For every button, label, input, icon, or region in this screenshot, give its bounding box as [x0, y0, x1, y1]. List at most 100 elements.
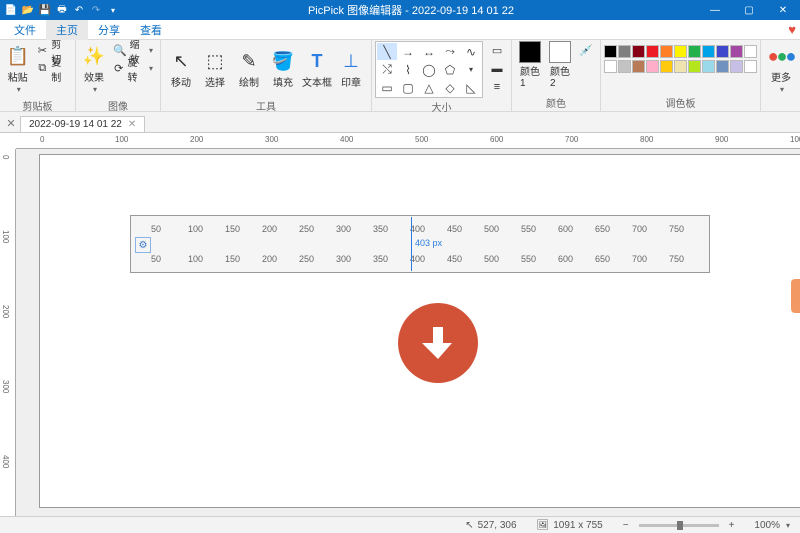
color-swatch[interactable]	[604, 60, 617, 73]
color-swatch[interactable]	[730, 60, 743, 73]
print-icon[interactable]: 🖶	[54, 2, 70, 18]
scissors-icon: ✂	[36, 44, 48, 58]
ruler-settings-icon[interactable]: ⚙	[135, 237, 151, 253]
eyedropper-button[interactable]: 💉	[577, 42, 595, 59]
stamp-tool[interactable]: ⊥印章	[334, 41, 368, 97]
close-all-tabs-button[interactable]: ✕	[2, 114, 20, 132]
shape-outline-button[interactable]: ▭	[488, 42, 506, 59]
screen-ruler-widget[interactable]: ⚙ 50100150200250300350400450500550600650…	[130, 215, 710, 273]
shape-bezier-icon[interactable]: ∿	[461, 43, 481, 60]
open-icon[interactable]: 📂	[20, 2, 36, 18]
color-swatch[interactable]	[702, 60, 715, 73]
image-icon: 🖼	[537, 520, 550, 531]
paste-button[interactable]: 📋粘贴	[3, 41, 32, 97]
shape-line-icon[interactable]: ╲	[377, 43, 397, 60]
tab-close-icon[interactable]: ✕	[128, 119, 136, 130]
menu-file[interactable]: 文件	[4, 20, 46, 40]
zoom-out-button[interactable]: −	[613, 520, 639, 531]
text-tool[interactable]: T文本框	[300, 41, 334, 97]
color-swatch[interactable]	[646, 45, 659, 58]
color-swatch[interactable]	[744, 45, 757, 58]
shape-weight-button[interactable]: ≡	[488, 78, 506, 95]
new-icon[interactable]: 📄	[3, 2, 19, 18]
shape-callout-icon[interactable]: ◺	[461, 79, 481, 96]
save-icon[interactable]: 💾	[37, 2, 53, 18]
shape-gallery[interactable]: ╲ → ↔ ⤳ ∿ ⤭ ⌇ ◯ ⬠ ▾ ▭ ▢ △ ◇ ◺	[375, 41, 483, 98]
move-tool[interactable]: ↖移动	[164, 41, 198, 97]
group-label-more	[764, 109, 798, 111]
rotate-button[interactable]: ⟳旋转	[111, 60, 155, 77]
minimize-button[interactable]: —	[698, 0, 732, 20]
shape-polygon-icon[interactable]: ⬠	[440, 61, 460, 78]
menu-share[interactable]: 分享	[88, 20, 130, 40]
color-swatch[interactable]	[744, 60, 757, 73]
color1-button[interactable]: 颜色 1	[515, 41, 545, 89]
palette-row-2[interactable]	[604, 60, 757, 73]
more-button[interactable]: ●●●更多	[764, 41, 798, 97]
color-swatch[interactable]	[618, 60, 631, 73]
outline-icon: ▭	[490, 44, 504, 58]
shape-arrow-icon[interactable]: →	[398, 43, 418, 60]
maximize-button[interactable]: ▢	[732, 0, 766, 20]
color-swatch[interactable]	[688, 60, 701, 73]
color-swatch[interactable]	[618, 45, 631, 58]
color-swatch[interactable]	[604, 45, 617, 58]
weight-icon: ≡	[490, 80, 504, 94]
color-swatch[interactable]	[716, 45, 729, 58]
menu-home[interactable]: 主页	[46, 20, 88, 40]
side-panel-handle[interactable]	[791, 279, 800, 313]
shape-diamond-icon[interactable]: ◇	[440, 79, 460, 96]
document-tab[interactable]: 2022-09-19 14 01 22 ✕	[20, 116, 145, 132]
color-swatch[interactable]	[632, 45, 645, 58]
undo-icon[interactable]: ↶	[71, 2, 87, 18]
fill-tool[interactable]: 🪣填充	[266, 41, 300, 97]
zoom-in-button[interactable]: +	[719, 520, 745, 531]
cursor-icon: ↖	[169, 49, 193, 73]
shape-rect-icon[interactable]: ▭	[377, 79, 397, 96]
marquee-icon: ⬚	[203, 49, 227, 73]
group-label-clipboard: 剪贴板	[3, 97, 72, 114]
redo-icon[interactable]: ↷	[88, 2, 104, 18]
draw-tool[interactable]: ✎绘制	[232, 41, 266, 97]
palette-row-1[interactable]	[604, 45, 757, 58]
zoom-slider[interactable]	[639, 524, 719, 527]
window-controls: — ▢ ✕	[698, 0, 800, 20]
color-swatch[interactable]	[674, 45, 687, 58]
color-swatch[interactable]	[660, 60, 673, 73]
menu-view[interactable]: 查看	[130, 20, 172, 40]
shape-zigzag-icon[interactable]: ⤭	[377, 61, 397, 78]
title-bar: 📄 📂 💾 🖶 ↶ ↷ ▾ PicPick 图像编辑器 - 2022-09-19…	[0, 0, 800, 20]
color-swatch[interactable]	[730, 45, 743, 58]
effects-button[interactable]: ✨效果	[79, 41, 109, 97]
color-swatch[interactable]	[716, 60, 729, 73]
canvas[interactable]: ⚙ 50100150200250300350400450500550600650…	[40, 155, 800, 507]
shape-curve-icon[interactable]: ⤳	[440, 43, 460, 60]
ruler-marker	[411, 217, 412, 271]
color-swatch[interactable]	[674, 60, 687, 73]
color-swatch[interactable]	[632, 60, 645, 73]
text-icon: T	[305, 49, 329, 73]
ribbon-group-palette: 调色板	[601, 40, 761, 111]
color-swatch[interactable]	[660, 45, 673, 58]
color2-button[interactable]: 颜色 2	[545, 41, 575, 89]
shape-double-arrow-icon[interactable]: ↔	[419, 43, 439, 60]
shape-polyline-icon[interactable]: ⌇	[398, 61, 418, 78]
shape-fill-button[interactable]: ▬	[488, 60, 506, 77]
select-tool[interactable]: ⬚选择	[198, 41, 232, 97]
ribbon-group-shapes: ╲ → ↔ ⤳ ∿ ⤭ ⌇ ◯ ⬠ ▾ ▭ ▢ △ ◇ ◺ ▭ ▬ ≡	[372, 40, 512, 111]
shape-ellipse-icon[interactable]: ◯	[419, 61, 439, 78]
ruler-horizontal: 01002003004005006007008009001000	[16, 133, 800, 149]
color-swatch[interactable]	[702, 45, 715, 58]
copy-button[interactable]: ⧉复制	[34, 60, 70, 77]
canvas-viewport[interactable]: ⚙ 50100150200250300350400450500550600650…	[16, 149, 800, 516]
color-swatch[interactable]	[688, 45, 701, 58]
close-button[interactable]: ✕	[766, 0, 800, 20]
color-swatch[interactable]	[646, 60, 659, 73]
zoom-level[interactable]: 100%	[744, 520, 800, 531]
favorite-icon[interactable]: ♥	[788, 22, 796, 37]
status-canvas-size: 🖼1091 x 755	[527, 520, 613, 531]
shape-more-icon[interactable]: ▾	[461, 61, 481, 78]
shape-roundrect-icon[interactable]: ▢	[398, 79, 418, 96]
qat-more-icon[interactable]: ▾	[105, 2, 121, 18]
shape-triangle-icon[interactable]: △	[419, 79, 439, 96]
